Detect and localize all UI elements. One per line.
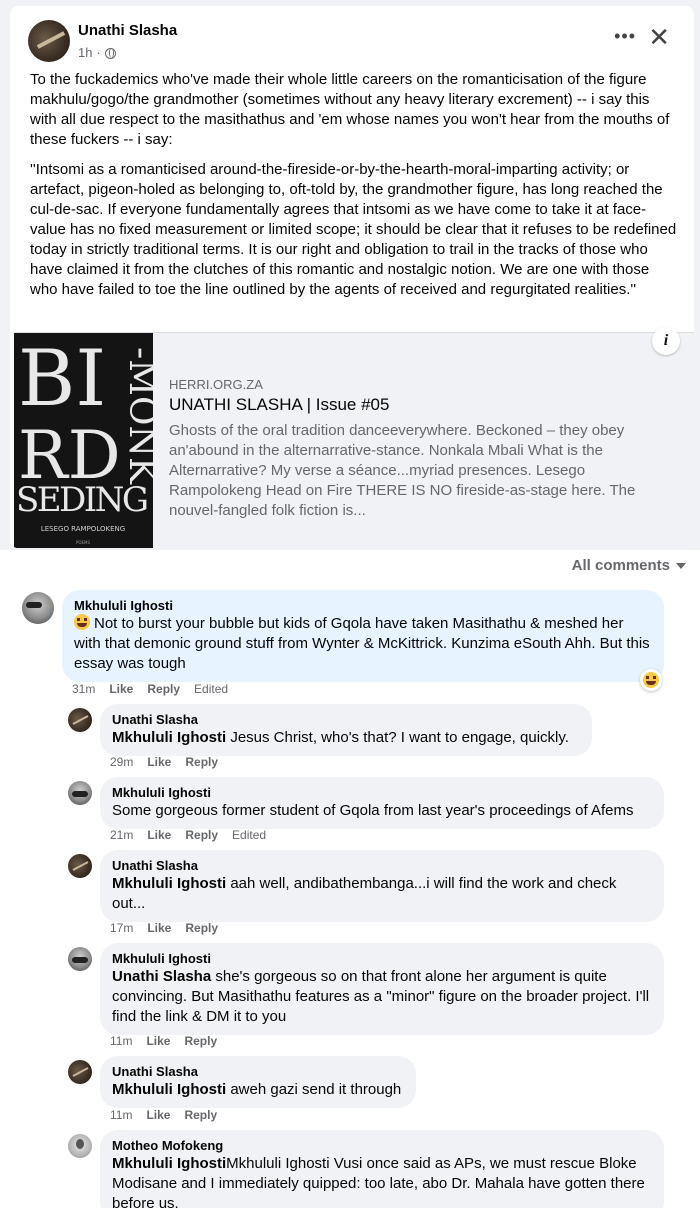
mention[interactable]: Mkhululi Ighosti [112, 729, 226, 746]
more-options-icon[interactable]: ••• [614, 26, 636, 47]
like-button[interactable]: Like [147, 921, 171, 935]
book-cover: BI RD SEDING -MONK LESEGO RAMPOLOKENG PO… [14, 333, 153, 548]
comment-text: Mkhululi Ighosti aweh gazi send it throu… [112, 1081, 402, 1098]
like-button[interactable]: Like [146, 1034, 170, 1048]
comment-bubble: Unathi Slasha Mkhululi Ighosti aah well,… [100, 850, 664, 922]
comment-author[interactable]: Mkhululi Ighosti [112, 951, 652, 967]
comment-author[interactable]: Mkhululi Ighosti [112, 785, 652, 801]
laughing-emoji-icon [643, 672, 659, 688]
book-author: LESEGO RAMPOLOKENG [41, 525, 125, 533]
laughing-emoji-icon [74, 614, 90, 630]
comment-bubble: Unathi Slasha Mkhululi Ighosti aweh gazi… [100, 1056, 416, 1108]
comment-filter-label: All comments [571, 557, 670, 574]
comment-actions: 31m Like Reply Edited [72, 682, 228, 696]
comment-time[interactable]: 21m [110, 828, 133, 842]
comment-time[interactable]: 17m [110, 921, 133, 935]
mention[interactable]: Mkhululi Ighosti [112, 1081, 226, 1098]
meta-dot: · [96, 45, 101, 60]
post-meta: 1h · [78, 45, 116, 60]
post-paragraph: To the fuckademics who've made their who… [30, 71, 670, 148]
comment-text: Mkhululi Ighosti aah well, andibathemban… [112, 875, 617, 912]
comment-actions: 17m Like Reply [110, 921, 218, 935]
comment-author[interactable]: Unathi Slasha [112, 712, 580, 728]
book-title-line3: SEDING [16, 480, 149, 520]
post-paragraph: ''Intsomi as a romanticised around-the-f… [30, 161, 677, 298]
comment-text: Some gorgeous former student of Gqola fr… [112, 802, 634, 819]
close-icon[interactable]: ✕ [648, 24, 670, 50]
like-button[interactable]: Like [109, 682, 133, 696]
post-body: To the fuckademics who've made their who… [30, 70, 680, 310]
post-author[interactable]: Unathi Slasha [78, 22, 177, 39]
edited-label: Edited [194, 682, 229, 696]
link-preview[interactable]: BI RD SEDING -MONK LESEGO RAMPOLOKENG PO… [14, 327, 694, 548]
reply-button[interactable]: Reply [184, 1108, 217, 1122]
globe-icon [104, 47, 116, 59]
comment-actions: 11m Like Reply [110, 1034, 217, 1048]
avatar[interactable] [68, 1134, 92, 1158]
comment-text: Unathi Slasha she's gorgeous so on that … [112, 968, 650, 1025]
reply-button[interactable]: Reply [147, 682, 180, 696]
reply-button[interactable]: Reply [184, 1034, 217, 1048]
book-title-line1: BI [18, 334, 106, 424]
reaction-badge[interactable] [640, 669, 662, 691]
comment-bubble: Mkhululi Ighosti Some gorgeous former st… [100, 777, 664, 829]
comment-time[interactable]: 29m [110, 755, 133, 769]
comment-bubble: Mkhululi Ighosti Not to burst your bubbl… [62, 590, 664, 682]
comment-filter-dropdown[interactable]: All comments [572, 557, 686, 574]
info-icon[interactable]: i [652, 327, 680, 355]
comment-bubble: Unathi Slasha Mkhululi Ighosti Jesus Chr… [100, 704, 592, 756]
like-button[interactable]: Like [146, 1108, 170, 1122]
comment-text: Mkhululi Ighosti Jesus Christ, who's tha… [112, 729, 569, 746]
comment-author[interactable]: Unathi Slasha [112, 858, 652, 874]
avatar[interactable] [22, 592, 54, 624]
author-avatar[interactable] [28, 20, 70, 62]
avatar[interactable] [68, 708, 92, 732]
comment-bubble: Motheo Mofokeng Mkhululi IghostiMkhululi… [100, 1130, 664, 1208]
like-button[interactable]: Like [147, 755, 171, 769]
comment-text: Mkhululi IghostiMkhululi Ighosti Vusi on… [112, 1155, 645, 1208]
comment-author[interactable]: Unathi Slasha [112, 1064, 404, 1080]
reply-button[interactable]: Reply [185, 828, 218, 842]
comment-time[interactable]: 31m [72, 682, 95, 696]
link-description: Ghosts of the oral tradition danceeveryw… [169, 422, 636, 519]
book-publisher: POEMS [76, 540, 91, 545]
reply-button[interactable]: Reply [185, 921, 218, 935]
mention[interactable]: Mkhululi Ighosti [112, 875, 226, 892]
like-button[interactable]: Like [147, 828, 171, 842]
caret-down-icon [676, 563, 686, 570]
link-domain: HERRI.ORG.ZA [169, 377, 263, 392]
avatar[interactable] [68, 947, 92, 971]
comments-section: All comments Mkhululi Ighosti Not to bur… [0, 550, 700, 1208]
book-title-side: -MONK [121, 347, 153, 485]
comment-author[interactable]: Motheo Mofokeng [112, 1138, 652, 1154]
mention[interactable]: Mkhululi Ighosti [112, 1155, 226, 1172]
comment-actions: 21m Like Reply Edited [110, 828, 266, 842]
comment-actions: 11m Like Reply [110, 1108, 217, 1122]
mention[interactable]: Unathi Slasha [112, 968, 211, 985]
avatar[interactable] [68, 1060, 92, 1084]
post-card: Unathi Slasha 1h · ••• ✕ To the fuckadem… [10, 6, 694, 548]
link-preview-image[interactable]: BI RD SEDING -MONK LESEGO RAMPOLOKENG PO… [14, 333, 153, 548]
comment-actions: 29m Like Reply [110, 755, 218, 769]
comment-bubble: Mkhululi Ighosti Unathi Slasha she's gor… [100, 943, 664, 1035]
post-time[interactable]: 1h [78, 45, 92, 60]
comment-author[interactable]: Mkhululi Ighosti [74, 598, 652, 614]
comment-text: Not to burst your bubble but kids of Gqo… [74, 614, 650, 672]
comment-time[interactable]: 11m [110, 1034, 132, 1048]
comment-time[interactable]: 11m [110, 1108, 132, 1122]
avatar[interactable] [68, 854, 92, 878]
edited-label: Edited [232, 828, 267, 842]
link-title[interactable]: UNATHI SLASHA | Issue #05 [169, 395, 389, 415]
avatar[interactable] [68, 781, 92, 805]
reply-button[interactable]: Reply [185, 755, 218, 769]
